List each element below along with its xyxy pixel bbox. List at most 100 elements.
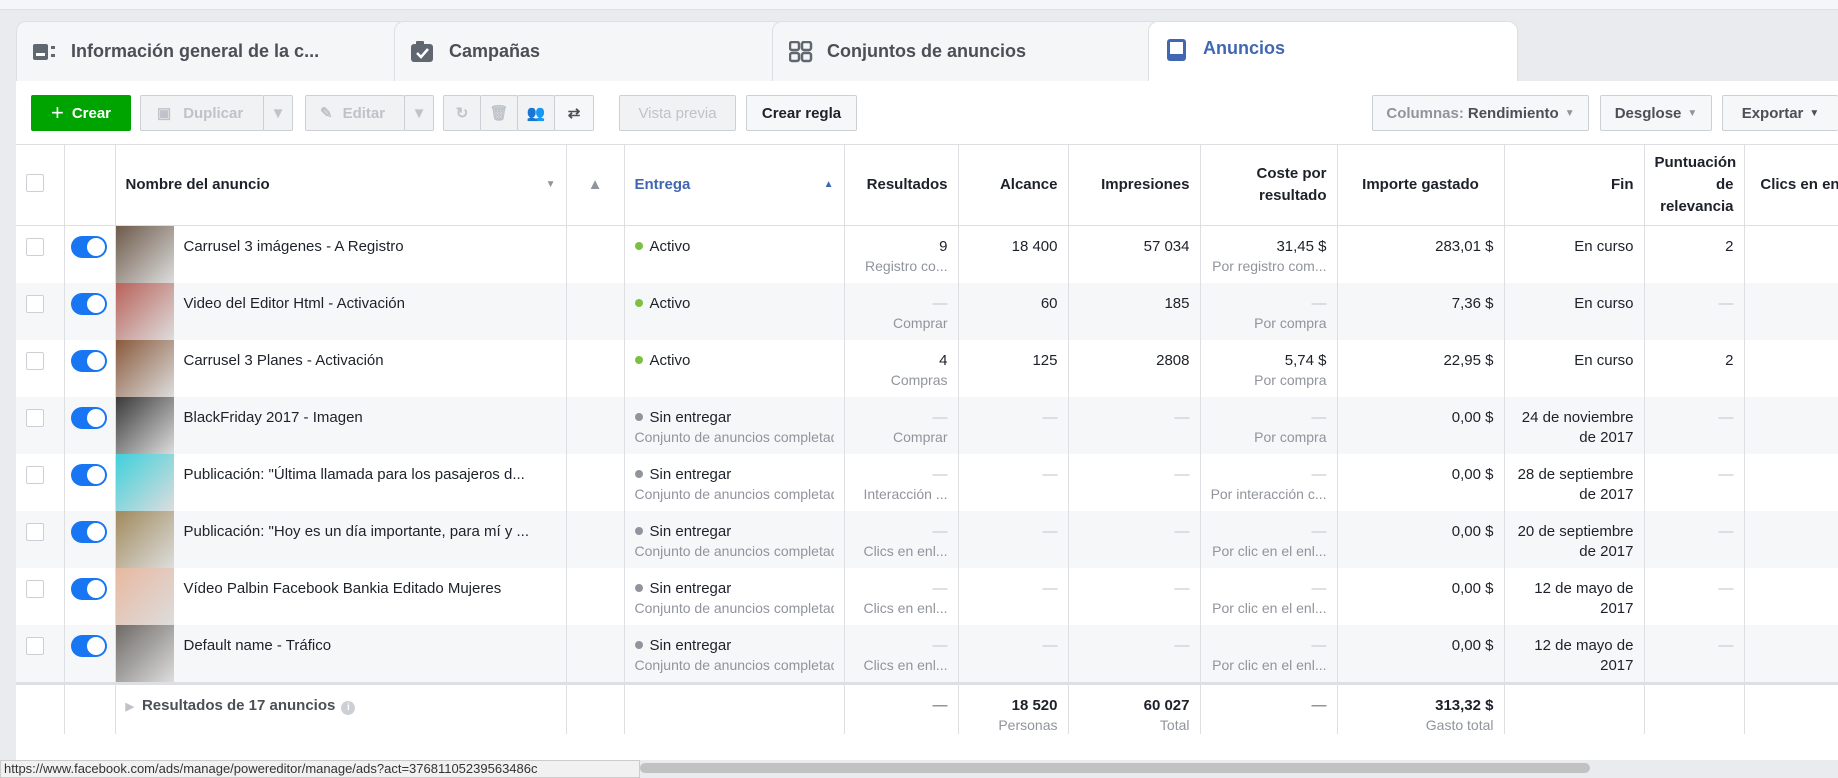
tab-ads[interactable]: Anuncios (1148, 21, 1518, 82)
ad-name-link[interactable]: Carrusel 3 imágenes - A Registro (174, 226, 414, 283)
expand-icon[interactable]: ▶ (126, 701, 134, 713)
edit-dropdown[interactable]: ▼ (404, 95, 434, 131)
select-cell (16, 339, 65, 397)
create-rule-button[interactable]: Crear regla (746, 95, 857, 131)
columns-dropdown[interactable]: Columnas: Rendimiento ▼ (1372, 95, 1589, 131)
table-row[interactable]: Carrusel 3 imágenes - A Registro Activo … (16, 225, 1838, 283)
row-checkbox[interactable] (26, 408, 44, 427)
horizontal-scrollbar[interactable] (640, 763, 1590, 773)
column-header-delivery[interactable]: Entrega ▲ (624, 145, 845, 226)
select-all-checkbox[interactable] (26, 173, 44, 192)
ads-icon (1165, 38, 1189, 61)
info-icon[interactable]: i (341, 700, 356, 715)
totals-label-cell[interactable]: ▶ Resultados de 17 anuncios i (115, 681, 567, 734)
header-row: Nombre del anuncio ▼ ▲ Entrega ▲ Resultado… (16, 145, 1838, 226)
row-checkbox[interactable] (26, 465, 44, 484)
delivery-sub: Conjunto de anuncios completado (634, 599, 834, 616)
row-checkbox[interactable] (26, 636, 44, 655)
duplicate-dropdown[interactable]: ▼ (263, 95, 293, 131)
breakdown-dropdown[interactable]: Desglose ▼ (1600, 95, 1712, 131)
select-cell (16, 567, 65, 625)
table-row[interactable]: Carrusel 3 Planes - Activación Activo 4 C… (16, 339, 1838, 397)
ad-toggle[interactable] (70, 577, 107, 600)
column-header-end[interactable]: Fin (1504, 145, 1645, 226)
tab-campaigns[interactable]: Campañas (394, 21, 784, 81)
status-dot-icon (634, 583, 643, 592)
trash-icon: 🗑 (489, 105, 509, 122)
edit-button[interactable]: ✎ Editar (305, 95, 405, 131)
campaign-icon (411, 40, 435, 63)
clicks-cell (1744, 624, 1838, 683)
delivery-cell: Sin entregar Conjunto de anuncios complet… (624, 567, 845, 625)
ad-toggle[interactable] (70, 634, 107, 657)
ab-test-button[interactable]: 👥 (517, 95, 555, 131)
end-value: 20 de septiembre (1517, 522, 1634, 540)
create-button[interactable]: + Crear (31, 95, 131, 131)
row-checkbox[interactable] (26, 237, 44, 256)
header-label: Fin (1611, 175, 1634, 193)
column-header-reach[interactable]: Alcance (958, 145, 1069, 226)
end-cell: En curso (1504, 282, 1645, 340)
sort-asc-icon[interactable]: ▲ (824, 174, 834, 196)
ad-toggle[interactable] (70, 292, 107, 315)
spent-value: 0,00 $ (1337, 453, 1505, 511)
export-dropdown[interactable]: Exportar ▼ (1722, 95, 1838, 131)
table-row[interactable]: Video del Editor Html - Activación Activ… (16, 282, 1838, 340)
sort-icon[interactable]: ▼ (546, 174, 556, 196)
ad-name-link[interactable]: BlackFriday 2017 - Imagen (174, 397, 373, 454)
results-value: — (932, 408, 948, 426)
tab-adsets[interactable]: Conjuntos de anuncios (772, 21, 1162, 81)
end-value-line2: de 2017 (1579, 485, 1634, 503)
row-checkbox[interactable] (26, 294, 44, 313)
ad-name-cell: Default name - Tráfico (115, 624, 567, 683)
compare-button[interactable]: ⇄ (554, 95, 594, 131)
spent-value: 0,00 $ (1337, 624, 1505, 683)
ad-name-link[interactable]: Vídeo Palbin Facebook Bankia Editado Muj… (174, 568, 512, 625)
results-value: — (932, 636, 948, 654)
ad-toggle[interactable] (70, 349, 107, 372)
results-sub: Clics en enl... (863, 599, 948, 616)
column-header-results[interactable]: Resultados (844, 145, 959, 226)
ad-toggle[interactable] (70, 406, 107, 429)
column-header-cost[interactable]: Coste por resultado (1200, 145, 1338, 226)
totals-impressions-value: 60 027 (1143, 696, 1190, 714)
ad-name-link[interactable]: Publicación: "Hoy es un día importante, … (174, 511, 540, 568)
row-checkbox[interactable] (26, 351, 44, 370)
table-row[interactable]: Publicación: "Hoy es un día importante, … (16, 510, 1838, 568)
duplicate-button[interactable]: ▣ Duplicar (140, 95, 264, 131)
table-row[interactable]: Default name - Tráfico Sin entregar Conju… (16, 624, 1838, 683)
tab-overview[interactable]: Información general de la c... (16, 21, 406, 81)
end-cell: 20 de septiembre de 2017 (1504, 510, 1645, 568)
ad-toggle[interactable] (70, 520, 107, 543)
impressions-value: — (1068, 624, 1201, 683)
ad-name-link[interactable]: Carrusel 3 Planes - Activación (174, 340, 394, 397)
cost-value: 5,74 $ (1284, 351, 1327, 369)
delivery-sub: Conjunto de anuncios completado (634, 485, 834, 502)
column-header-relevance[interactable]: Puntuación de relevancia (1644, 145, 1745, 226)
relevance-value: — (1644, 567, 1745, 625)
delete-button[interactable]: 🗑 (480, 95, 518, 131)
ad-name-link[interactable]: Video del Editor Html - Activación (174, 283, 416, 340)
warning-cell (566, 396, 625, 454)
column-header-impressions[interactable]: Impresiones (1068, 145, 1201, 226)
table-row[interactable]: Vídeo Palbin Facebook Bankia Editado Muj… (16, 567, 1838, 625)
totals-reach: 18 520 Personas (958, 681, 1069, 734)
row-checkbox[interactable] (26, 579, 44, 598)
ad-name-link[interactable]: Publicación: "Última llamada para los pa… (174, 454, 535, 511)
refresh-button[interactable]: ↻ (443, 95, 481, 131)
ad-name-link[interactable]: Default name - Tráfico (174, 625, 342, 682)
column-header-name[interactable]: Nombre del anuncio ▼ (115, 145, 567, 226)
preview-button[interactable]: Vista previa (619, 95, 736, 131)
ad-thumbnail (115, 282, 174, 340)
table-row[interactable]: Publicación: "Última llamada para los pa… (16, 453, 1838, 511)
column-header-spent[interactable]: Importe gastado (1337, 145, 1505, 226)
column-header-clicks[interactable]: Clics en en (1744, 145, 1838, 226)
table-row[interactable]: BlackFriday 2017 - Imagen Sin entregar Co… (16, 396, 1838, 454)
tab-label: Anuncios (1203, 38, 1286, 58)
reach-value: — (958, 567, 1069, 625)
column-header-warnings[interactable]: ▲ (566, 145, 625, 226)
row-checkbox[interactable] (26, 522, 44, 541)
cost-value: — (1311, 522, 1327, 540)
ad-toggle[interactable] (70, 235, 107, 258)
ad-toggle[interactable] (70, 463, 107, 486)
